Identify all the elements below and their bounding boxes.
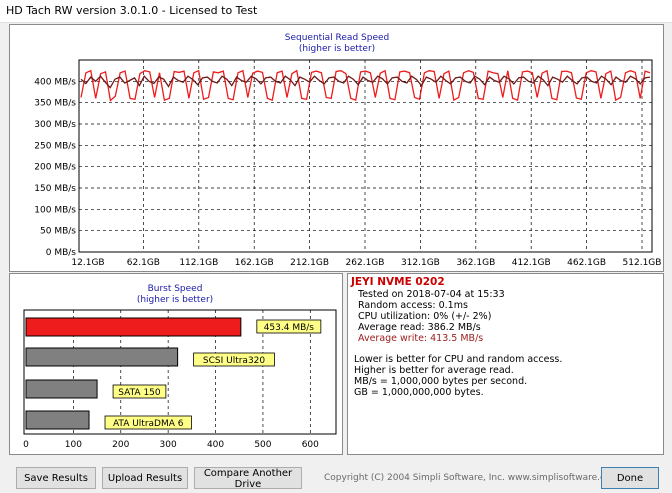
- note-gb: GB = 1,000,000,000 bytes.: [354, 387, 484, 398]
- burst-x-tick-label: 600: [302, 440, 319, 450]
- tested-on-text: Tested on 2018-07-04 at 15:33: [358, 289, 505, 300]
- cpu-utilization-text: CPU utilization: 0% (+/- 2%): [358, 311, 492, 322]
- x-tick-label: 462.1GB: [567, 258, 606, 268]
- y-tick-label: 250 MB/s: [34, 141, 76, 151]
- y-tick-label: 0 MB/s: [46, 248, 77, 258]
- note-cpu: Lower is better for CPU and random acces…: [354, 354, 563, 365]
- x-tick-label: 162.1GB: [235, 258, 274, 268]
- chart-subtitle: (higher is better): [299, 44, 375, 54]
- y-tick-label: 400 MB/s: [34, 77, 76, 87]
- burst-bar: [25, 410, 90, 430]
- bar-label: SCSI Ultra320: [203, 356, 266, 366]
- burst-subtitle: (higher is better): [137, 295, 213, 305]
- burst-x-tick-label: 0: [23, 440, 29, 450]
- upload-results-button[interactable]: Upload Results: [102, 467, 188, 489]
- burst-speed-panel: Burst Speed (higher is better) 453.4 MB/…: [9, 273, 343, 455]
- x-tick-label: 112.1GB: [179, 258, 218, 268]
- burst-bar: [25, 317, 242, 337]
- x-tick-label: 412.1GB: [512, 258, 551, 268]
- burst-speed-chart: Burst Speed (higher is better) 453.4 MB/…: [23, 284, 337, 450]
- y-tick-label: 350 MB/s: [34, 99, 76, 109]
- average-write-text: Average write: 413.5 MB/s: [358, 333, 484, 344]
- copyright-text: Copyright (C) 2004 Simpli Software, Inc.…: [324, 473, 620, 483]
- sequential-read-panel: Sequential Read Speed (higher is better)…: [9, 24, 664, 272]
- results-info-panel: JEYI NVME 0202 Tested on 2018-07-04 at 1…: [347, 273, 664, 455]
- y-tick-label: 50 MB/s: [40, 227, 76, 237]
- chart-title: Sequential Read Speed: [285, 33, 390, 43]
- bar-label: SATA 150: [118, 388, 161, 398]
- x-tick-label: 362.1GB: [456, 258, 495, 268]
- bar-label: ATA UltraDMA 6: [113, 419, 184, 429]
- burst-x-tick-label: 100: [65, 440, 82, 450]
- x-tick-label: 312.1GB: [401, 258, 440, 268]
- note-mbs: MB/s = 1,000,000 bytes per second.: [354, 376, 528, 387]
- x-tick-label: 62.1GB: [127, 258, 160, 268]
- window-title: HD Tach RW version 3.0.1.0 - Licensed to…: [6, 4, 258, 17]
- burst-x-tick-label: 200: [112, 440, 129, 450]
- burst-x-tick-label: 500: [254, 440, 271, 450]
- sequential-read-chart: Sequential Read Speed (higher is better)…: [34, 33, 662, 268]
- note-read: Higher is better for average read.: [354, 365, 514, 376]
- y-tick-label: 300 MB/s: [34, 120, 76, 130]
- save-results-button[interactable]: Save Results: [16, 467, 96, 489]
- drive-name: JEYI NVME 0202: [351, 276, 445, 288]
- x-tick-label: 212.1GB: [290, 258, 329, 268]
- y-tick-label: 100 MB/s: [34, 205, 76, 215]
- average-read-text: Average read: 386.2 MB/s: [358, 322, 481, 333]
- done-button[interactable]: Done: [601, 467, 659, 489]
- plot-area: [78, 59, 653, 253]
- x-tick-label: 262.1GB: [346, 258, 385, 268]
- burst-x-tick-label: 400: [207, 440, 224, 450]
- burst-title: Burst Speed: [148, 284, 203, 294]
- x-tick-label: 12.1GB: [71, 258, 104, 268]
- burst-bar: [25, 347, 179, 367]
- y-tick-label: 150 MB/s: [34, 184, 76, 194]
- title-bar: HD Tach RW version 3.0.1.0 - Licensed to…: [0, 0, 672, 23]
- x-tick-label: 512.1GB: [623, 258, 662, 268]
- random-access-text: Random access: 0.1ms: [358, 300, 468, 311]
- burst-x-tick-label: 300: [160, 440, 177, 450]
- compare-drive-button[interactable]: Compare Another Drive: [194, 467, 302, 490]
- y-tick-label: 200 MB/s: [34, 163, 76, 173]
- burst-bar: [25, 379, 98, 399]
- bar-label: 453.4 MB/s: [264, 323, 315, 333]
